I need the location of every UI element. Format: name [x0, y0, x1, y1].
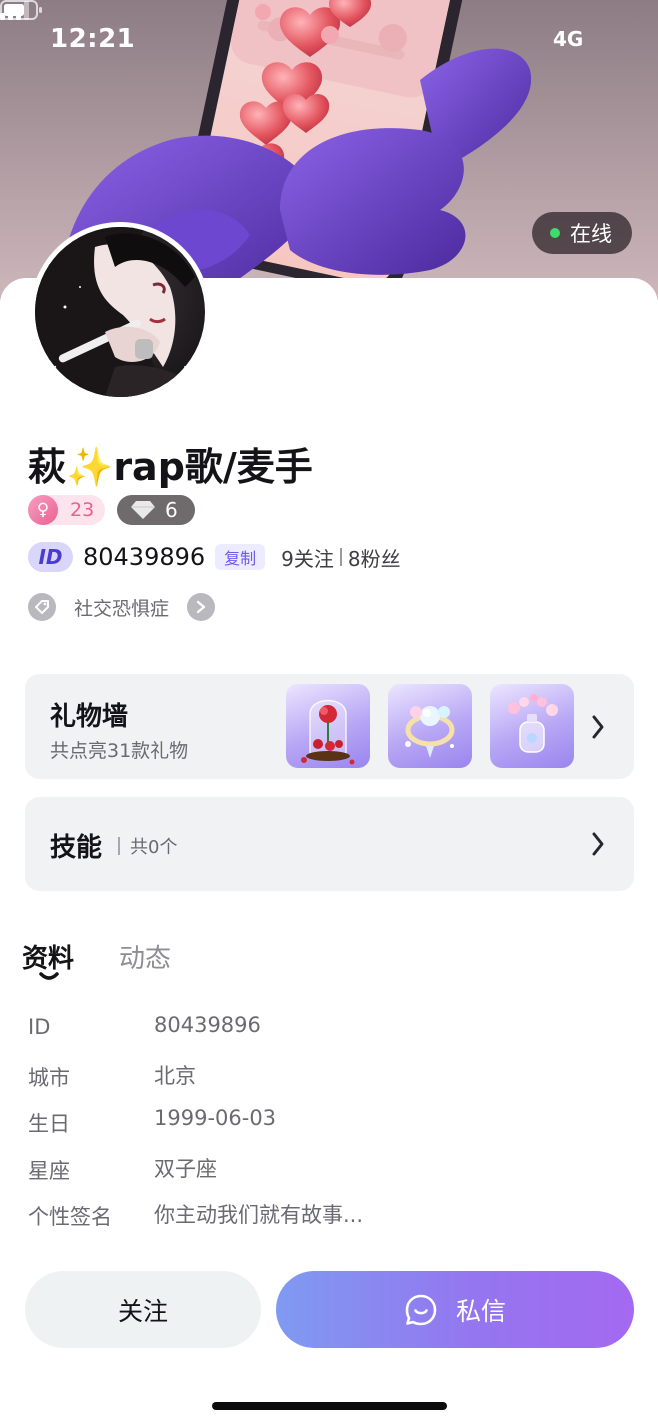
- online-dot-icon: [550, 228, 560, 238]
- diamond-badge: 6: [117, 495, 195, 525]
- status-time: 12:21: [50, 24, 136, 54]
- level-badge: ♀ 23: [28, 495, 105, 525]
- avatar[interactable]: [30, 222, 210, 402]
- id-row: ID 80439896 复制 9关注 8粉丝: [28, 541, 401, 573]
- message-button[interactable]: 私信: [276, 1271, 634, 1348]
- level-value: 23: [70, 499, 95, 521]
- info-value: 北京: [154, 1063, 196, 1088]
- tab-moments[interactable]: 动态: [119, 938, 171, 975]
- avatar-image: [35, 227, 205, 397]
- user-id: 80439896: [83, 543, 206, 571]
- tab-active-indicator: [39, 972, 59, 980]
- copy-id-button[interactable]: 复制: [215, 544, 266, 570]
- badge-row: ♀ 23 6: [28, 495, 195, 525]
- info-value: 80439896: [154, 1013, 261, 1037]
- follow-stats: 9关注 8粉丝: [281, 543, 400, 572]
- info-row-city: 城市 北京: [28, 1060, 628, 1107]
- id-label-pill: ID: [28, 542, 73, 572]
- info-key: 城市: [28, 1065, 70, 1090]
- skills-card[interactable]: 技能 共0个: [25, 797, 634, 891]
- chevron-right-icon: [592, 832, 604, 856]
- rose-gift-icon: [286, 684, 370, 768]
- info-key: 生日: [28, 1112, 70, 1136]
- info-key: ID: [28, 1015, 51, 1039]
- female-icon: ♀: [28, 495, 58, 525]
- chevron-right-icon: [592, 715, 604, 739]
- tag-label: 社交恐惧症: [74, 597, 170, 620]
- profile-info-list: ID 80439896 城市 北京 生日 1999-06-03 星座 双子座 个…: [28, 1013, 628, 1246]
- perfume-gift-icon: [490, 684, 574, 768]
- stats-divider: [339, 548, 342, 566]
- info-key: 星座: [28, 1158, 70, 1183]
- info-row-birthday: 生日 1999-06-03: [28, 1106, 628, 1153]
- message-button-label: 私信: [455, 1296, 506, 1326]
- info-row-id: ID 80439896: [28, 1013, 628, 1060]
- info-key: 个性签名: [28, 1205, 112, 1229]
- following-count[interactable]: 9关注: [281, 543, 334, 572]
- nickname: 萩✨rap歌/麦手: [28, 445, 313, 489]
- chat-bubble-icon: [405, 1294, 437, 1325]
- info-value: 双子座: [154, 1156, 217, 1181]
- diamond-icon: [131, 501, 155, 519]
- ring-gift-icon: [388, 684, 472, 768]
- followers-count[interactable]: 8粉丝: [348, 543, 401, 572]
- gift-wall-subtitle: 共点亮31款礼物: [50, 740, 189, 762]
- info-row-zodiac: 星座 双子座: [28, 1153, 628, 1200]
- diamond-value: 6: [165, 498, 178, 522]
- gift-wall-card[interactable]: 礼物墙 共点亮31款礼物: [25, 674, 634, 779]
- home-indicator[interactable]: [212, 1402, 447, 1410]
- info-value: 1999-06-03: [154, 1106, 277, 1130]
- gift-wall-title: 礼物墙: [50, 702, 129, 732]
- online-status-badge: 在线: [532, 212, 632, 254]
- info-value: 你主动我们就有故事...: [154, 1203, 364, 1227]
- skills-title: 技能: [50, 833, 103, 863]
- tab-profile-info[interactable]: 资料: [22, 938, 74, 975]
- chevron-right-icon[interactable]: [187, 593, 216, 621]
- info-row-signature: 个性签名 你主动我们就有故事...: [28, 1199, 628, 1246]
- network-type: 4G: [553, 27, 584, 51]
- online-status-label: 在线: [570, 222, 612, 246]
- follow-button-label: 关注: [117, 1296, 168, 1326]
- follow-button[interactable]: 关注: [25, 1271, 261, 1348]
- status-bar: 12:21 4G: [0, 0, 658, 82]
- skills-count-label: 共0个: [130, 837, 178, 858]
- skills-divider: [118, 837, 120, 855]
- battery-icon: [0, 0, 42, 20]
- tag-icon: [28, 593, 56, 621]
- skills-count: 共0个: [118, 833, 177, 859]
- personality-tag[interactable]: 社交恐惧症: [28, 592, 216, 622]
